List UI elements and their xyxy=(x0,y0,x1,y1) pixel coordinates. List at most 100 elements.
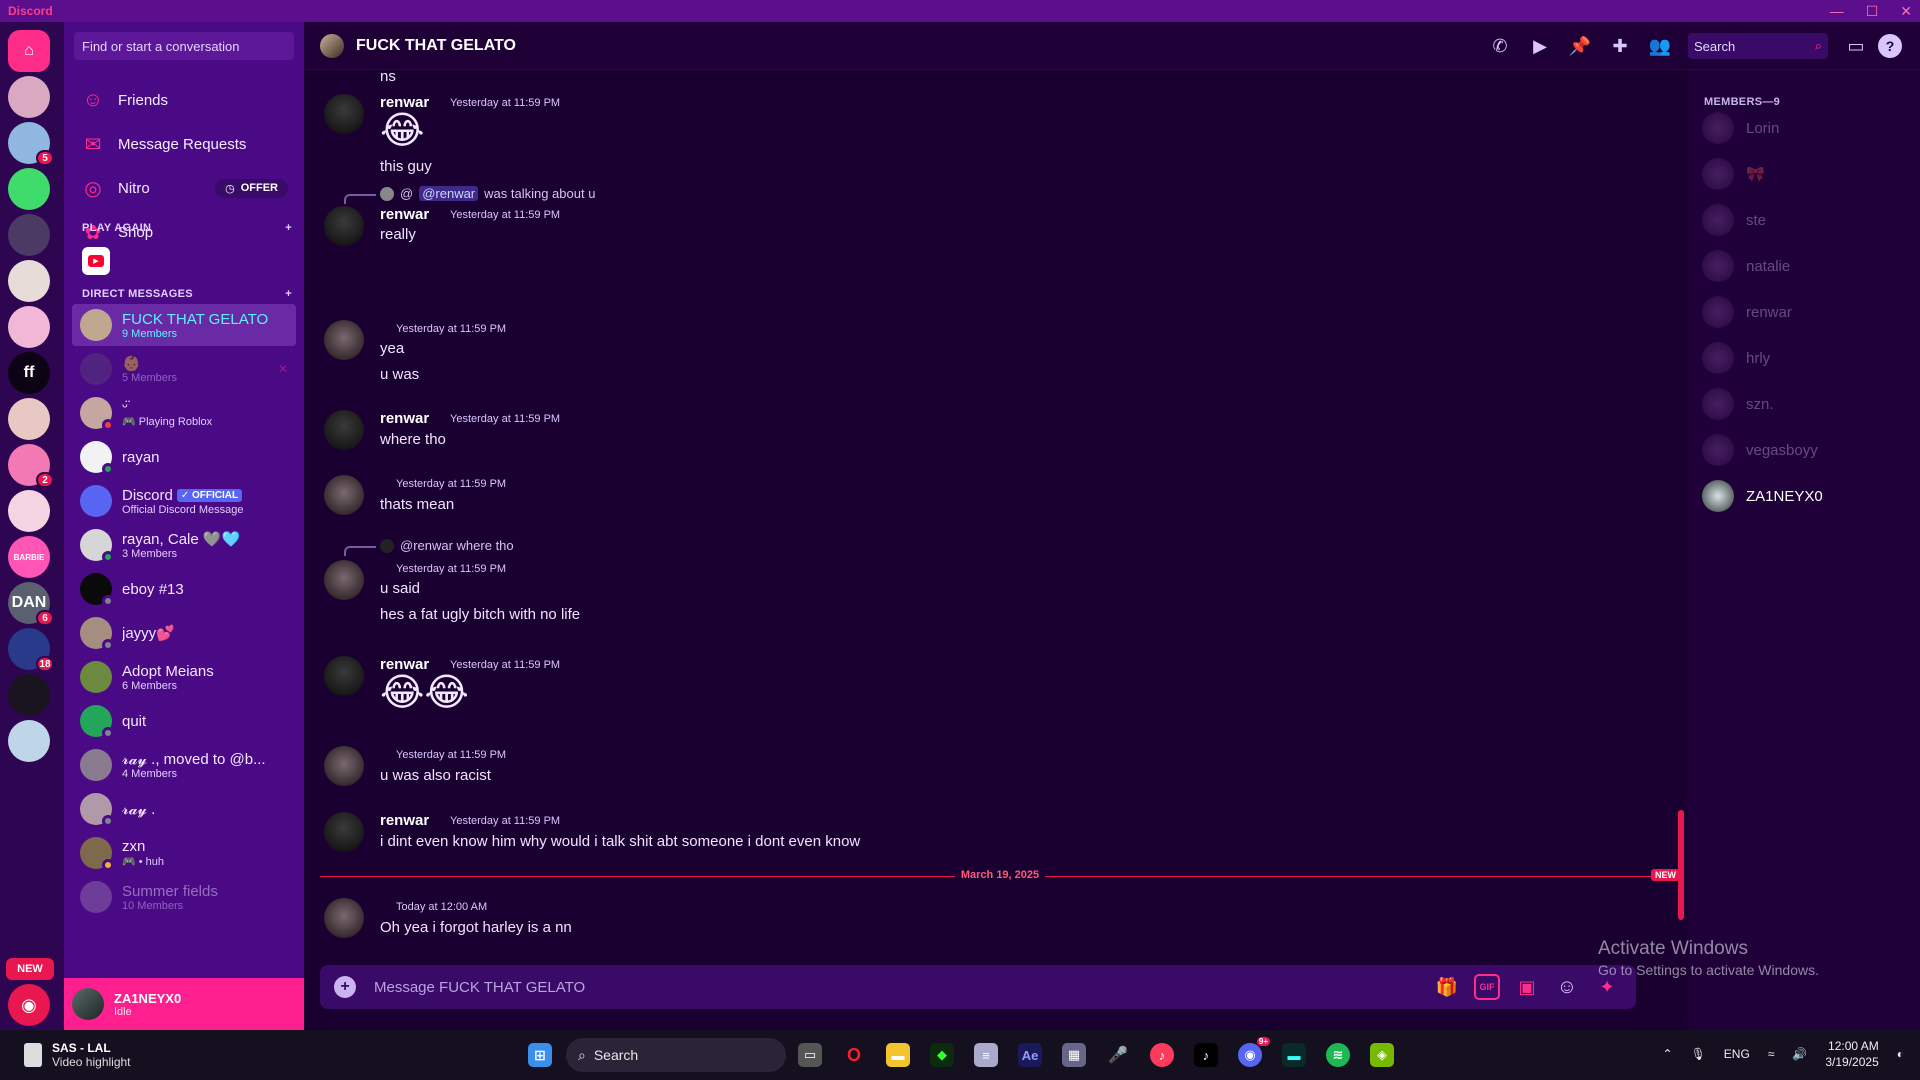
member-item[interactable]: vegasboyy xyxy=(1702,430,1912,470)
message-author[interactable]: renwar xyxy=(380,206,429,223)
message-author[interactable]: renwar xyxy=(380,812,429,829)
plus-icon[interactable]: + xyxy=(285,288,292,300)
avatar[interactable] xyxy=(324,560,364,600)
find-conversation-input[interactable]: Find or start a conversation xyxy=(74,32,294,60)
server-icon[interactable] xyxy=(8,214,50,256)
task-view-icon[interactable]: ▭ xyxy=(798,1043,822,1067)
nvidia-app-icon[interactable]: ◆ xyxy=(930,1043,954,1067)
youtube-icon[interactable]: ▶ xyxy=(82,247,110,275)
dm-item[interactable]: quit xyxy=(72,700,296,742)
server-icon[interactable]: 2 xyxy=(8,444,54,488)
server-icon[interactable] xyxy=(8,490,50,532)
member-item[interactable]: szn. xyxy=(1702,384,1912,424)
member-item[interactable]: renwar xyxy=(1702,292,1912,332)
search-input[interactable]: Search ⌕ xyxy=(1688,33,1828,59)
nav-message-requests[interactable]: ✉ Message Requests xyxy=(72,124,296,164)
dm-item[interactable]: ᵕ̈ 🎮 Playing Roblox xyxy=(72,392,296,434)
member-item[interactable]: Lorin xyxy=(1702,108,1912,148)
avatar[interactable] xyxy=(324,94,364,134)
dm-item[interactable]: zxn 🎮 • huh xyxy=(72,832,296,874)
plus-icon[interactable]: + xyxy=(285,222,292,234)
discord-home-icon[interactable]: ⌂ xyxy=(8,30,50,72)
nvidia-icon[interactable]: ◈ xyxy=(1370,1043,1394,1067)
volume-icon[interactable]: 🔊 xyxy=(1792,1047,1807,1061)
server-icon[interactable]: BARBIE xyxy=(8,536,50,578)
server-icon[interactable] xyxy=(8,398,50,440)
dm-item[interactable]: Summer fields 10 Members xyxy=(72,876,296,918)
discord-taskbar-icon[interactable]: ◉ 9+ xyxy=(1238,1037,1270,1067)
close-dm-icon[interactable]: ✕ xyxy=(278,362,288,376)
pin-icon[interactable]: 📌 xyxy=(1568,34,1592,58)
avatar[interactable] xyxy=(324,812,364,852)
spotify-icon[interactable]: ≋ xyxy=(1326,1043,1350,1067)
message-author[interactable]: renwar xyxy=(380,410,429,427)
app-icon[interactable]: ≡ xyxy=(974,1043,998,1067)
server-icon[interactable] xyxy=(8,168,50,210)
message-input[interactable] xyxy=(374,972,1274,1002)
server-icon[interactable]: ff xyxy=(8,352,50,394)
dm-item[interactable]: eboy #13 xyxy=(72,568,296,610)
dm-item[interactable]: 𝓻𝓪𝔂 . xyxy=(72,788,296,830)
emoji-picker-icon[interactable]: ☺ xyxy=(1554,974,1580,1000)
reply-preview[interactable]: @renwar where tho xyxy=(380,538,514,553)
app-icon[interactable]: ▦ xyxy=(1062,1043,1086,1067)
windows-start-icon[interactable]: ⊞ xyxy=(528,1043,552,1067)
after-effects-icon[interactable]: Ae xyxy=(1018,1043,1042,1067)
dm-item[interactable]: rayan xyxy=(72,436,296,478)
wifi-icon[interactable]: ≈ xyxy=(1768,1047,1775,1061)
dm-item[interactable]: Adopt Meians 6 Members xyxy=(72,656,296,698)
itunes-icon[interactable]: ♪ xyxy=(1150,1043,1174,1067)
language-indicator[interactable]: ENG xyxy=(1724,1047,1750,1061)
inbox-icon[interactable]: ▭ xyxy=(1844,34,1868,58)
notifications-icon[interactable]: ◐ xyxy=(1897,1047,1904,1061)
chevron-up-icon[interactable]: ⌃ xyxy=(1663,1047,1673,1061)
server-icon[interactable]: 5 xyxy=(8,122,54,166)
user-panel[interactable]: ZA1NEYX0 Idle xyxy=(64,978,304,1030)
server-icon[interactable]: 18 xyxy=(8,628,54,672)
help-icon[interactable]: ? xyxy=(1878,34,1902,58)
dm-item[interactable]: Discord ✓ OFFICIAL Official Discord Messag… xyxy=(72,480,296,522)
file-explorer-icon[interactable]: ▬ xyxy=(886,1043,910,1067)
member-item[interactable]: natalie xyxy=(1702,246,1912,286)
server-icon[interactable] xyxy=(8,260,50,302)
member-item[interactable]: hrly xyxy=(1702,338,1912,378)
minimize-button[interactable]: — xyxy=(1830,3,1844,20)
maximize-button[interactable]: ☐ xyxy=(1866,3,1879,20)
call-icon[interactable]: ✆ xyxy=(1488,34,1512,58)
nav-friends[interactable]: ☺ Friends xyxy=(72,80,296,120)
taskbar-search[interactable]: ⌕ Search xyxy=(566,1038,786,1072)
compass-icon[interactable]: ◉ xyxy=(8,984,50,1026)
member-item[interactable]: ste xyxy=(1702,200,1912,240)
member-item[interactable]: 🎀 xyxy=(1702,154,1912,194)
scrollbar[interactable] xyxy=(1678,810,1684,920)
avatar[interactable] xyxy=(324,656,364,696)
microphone-icon[interactable]: 🎙 xyxy=(1691,1047,1706,1061)
dm-item[interactable]: rayan, Cale 🩶🩵 3 Members xyxy=(72,524,296,566)
tiktok-icon[interactable]: ♪ xyxy=(1194,1043,1218,1067)
members-icon[interactable]: 👥 xyxy=(1648,34,1672,58)
avatar[interactable] xyxy=(324,320,364,360)
avatar[interactable] xyxy=(324,898,364,938)
gif-button[interactable]: GIF xyxy=(1474,974,1500,1000)
member-item[interactable]: ZA1NEYX0 xyxy=(1702,476,1912,516)
offer-badge[interactable]: ◷ OFFER xyxy=(215,178,288,198)
app-icon[interactable]: ▬ xyxy=(1282,1043,1306,1067)
dm-item[interactable]: FUCK THAT GELATO 9 Members xyxy=(72,304,296,346)
server-icon[interactable] xyxy=(8,306,50,348)
microphone-icon[interactable]: 🎤 xyxy=(1106,1043,1130,1067)
game-widget[interactable]: SAS - LAL Video highlight xyxy=(24,1041,131,1069)
video-icon[interactable]: ▶ xyxy=(1528,34,1552,58)
avatar[interactable] xyxy=(324,475,364,515)
close-button[interactable]: ✕ xyxy=(1900,3,1912,20)
opera-icon[interactable]: O xyxy=(842,1043,866,1067)
reply-preview[interactable]: @ @renwar was talking about u xyxy=(380,186,595,201)
avatar[interactable] xyxy=(324,410,364,450)
gift-icon[interactable]: 🎁 xyxy=(1434,974,1460,1000)
nav-nitro[interactable]: ◎ Nitro ◷ OFFER xyxy=(72,168,296,208)
server-icon[interactable] xyxy=(8,76,50,118)
clock[interactable]: 12:00 AM 3/19/2025 xyxy=(1825,1038,1878,1070)
upload-plus-icon[interactable]: + xyxy=(334,976,356,998)
sticker-icon[interactable]: ▣ xyxy=(1514,974,1540,1000)
dm-item[interactable]: 👶 5 Members ✕ xyxy=(72,348,296,390)
server-icon[interactable] xyxy=(8,720,50,762)
